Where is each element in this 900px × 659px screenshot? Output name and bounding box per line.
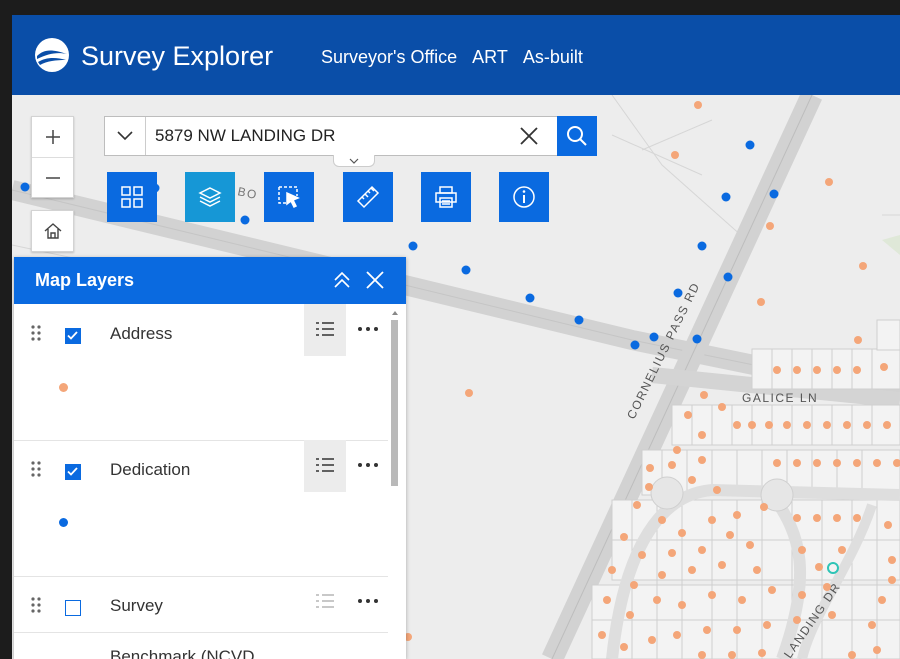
layer-checkbox-survey[interactable] <box>65 600 81 616</box>
layer-name: Address <box>110 324 173 343</box>
chevron-down-icon <box>349 158 359 164</box>
legend-list-icon <box>316 458 334 472</box>
more-options-icon[interactable] <box>356 454 380 476</box>
nav-link-as-built[interactable]: As-built <box>523 47 583 67</box>
zoom-in-button[interactable] <box>32 117 73 157</box>
app-title: Survey Explorer <box>81 41 274 71</box>
legend-toggle-button[interactable] <box>304 304 346 356</box>
chevron-down-icon <box>117 131 133 141</box>
search-input[interactable] <box>155 125 505 147</box>
zoom-control <box>31 116 74 198</box>
print-button[interactable] <box>421 172 471 222</box>
layers-icon <box>198 187 222 207</box>
app-window: Survey Explorer Surveyor's Office ART As… <box>12 15 900 659</box>
panel-title: Map Layers <box>35 270 135 290</box>
layer-checkbox-dedication[interactable] <box>65 464 81 480</box>
header-nav: Surveyor's Office ART As-built <box>321 47 598 67</box>
layers-button[interactable] <box>185 172 235 222</box>
check-icon <box>67 331 78 340</box>
more-options-icon[interactable] <box>356 318 380 340</box>
street-label-galice-ln: GALICE LN <box>742 391 818 405</box>
layer-item-benchmark: Benchmark (NCVD <box>14 632 388 659</box>
select-icon <box>278 186 300 209</box>
search-icon <box>567 126 587 146</box>
grid-icon <box>121 186 143 208</box>
layer-name: Survey <box>110 596 163 615</box>
layer-name: Benchmark (NCVD <box>110 647 255 659</box>
drag-handle-icon[interactable] <box>30 596 42 614</box>
layer-name: Dedication <box>110 460 191 479</box>
zoom-out-button[interactable] <box>32 157 73 198</box>
widgets-button[interactable] <box>107 172 157 222</box>
close-panel-icon[interactable] <box>364 269 386 291</box>
layer-checkbox-address[interactable] <box>65 328 81 344</box>
drag-handle-icon[interactable] <box>30 460 42 478</box>
legend-toggle-button[interactable] <box>304 440 346 492</box>
print-icon <box>435 186 457 208</box>
layer-item-survey: Survey <box>14 576 388 633</box>
legend-toggle-button[interactable] <box>304 576 346 628</box>
app-header: Survey Explorer Surveyor's Office ART As… <box>12 15 900 95</box>
nav-link-surveyors-office[interactable]: Surveyor's Office <box>321 47 457 67</box>
layer-item-address: Address <box>14 304 388 441</box>
layer-item-dedication: Dedication <box>14 440 388 577</box>
search-button[interactable] <box>557 116 597 156</box>
drag-handle-icon[interactable] <box>30 324 42 342</box>
home-icon <box>44 223 61 239</box>
select-button[interactable] <box>264 172 314 222</box>
measure-icon <box>356 185 380 209</box>
legend-list-icon <box>316 322 334 336</box>
minus-icon <box>45 177 60 179</box>
more-options-icon[interactable] <box>356 590 380 612</box>
map-view[interactable]: CORNELIUS PASS RD GALICE LN LANDING DR B… <box>12 95 900 659</box>
search-bar <box>104 116 597 156</box>
toolbar-collapse-tab[interactable] <box>333 155 375 167</box>
home-button[interactable] <box>31 210 74 252</box>
survey-explorer-logo <box>35 38 69 72</box>
panel-header: Map Layers <box>14 257 406 304</box>
measure-button[interactable] <box>343 172 393 222</box>
search-source-dropdown[interactable] <box>105 117 146 155</box>
info-button[interactable] <box>499 172 549 222</box>
legend-list-icon <box>316 594 334 608</box>
nav-link-art[interactable]: ART <box>472 47 508 67</box>
map-layers-panel: Map Layers Address Dedication Survey Ben… <box>14 257 406 659</box>
plus-icon <box>45 130 60 144</box>
scroll-up-icon[interactable] <box>390 309 400 317</box>
legend-swatch-address <box>59 383 68 392</box>
check-icon <box>67 467 78 476</box>
scrollbar-thumb[interactable] <box>391 320 398 486</box>
collapse-panel-icon[interactable] <box>331 269 353 291</box>
legend-swatch-dedication <box>59 518 68 527</box>
info-icon <box>513 186 535 208</box>
clear-search-icon[interactable] <box>518 125 540 147</box>
